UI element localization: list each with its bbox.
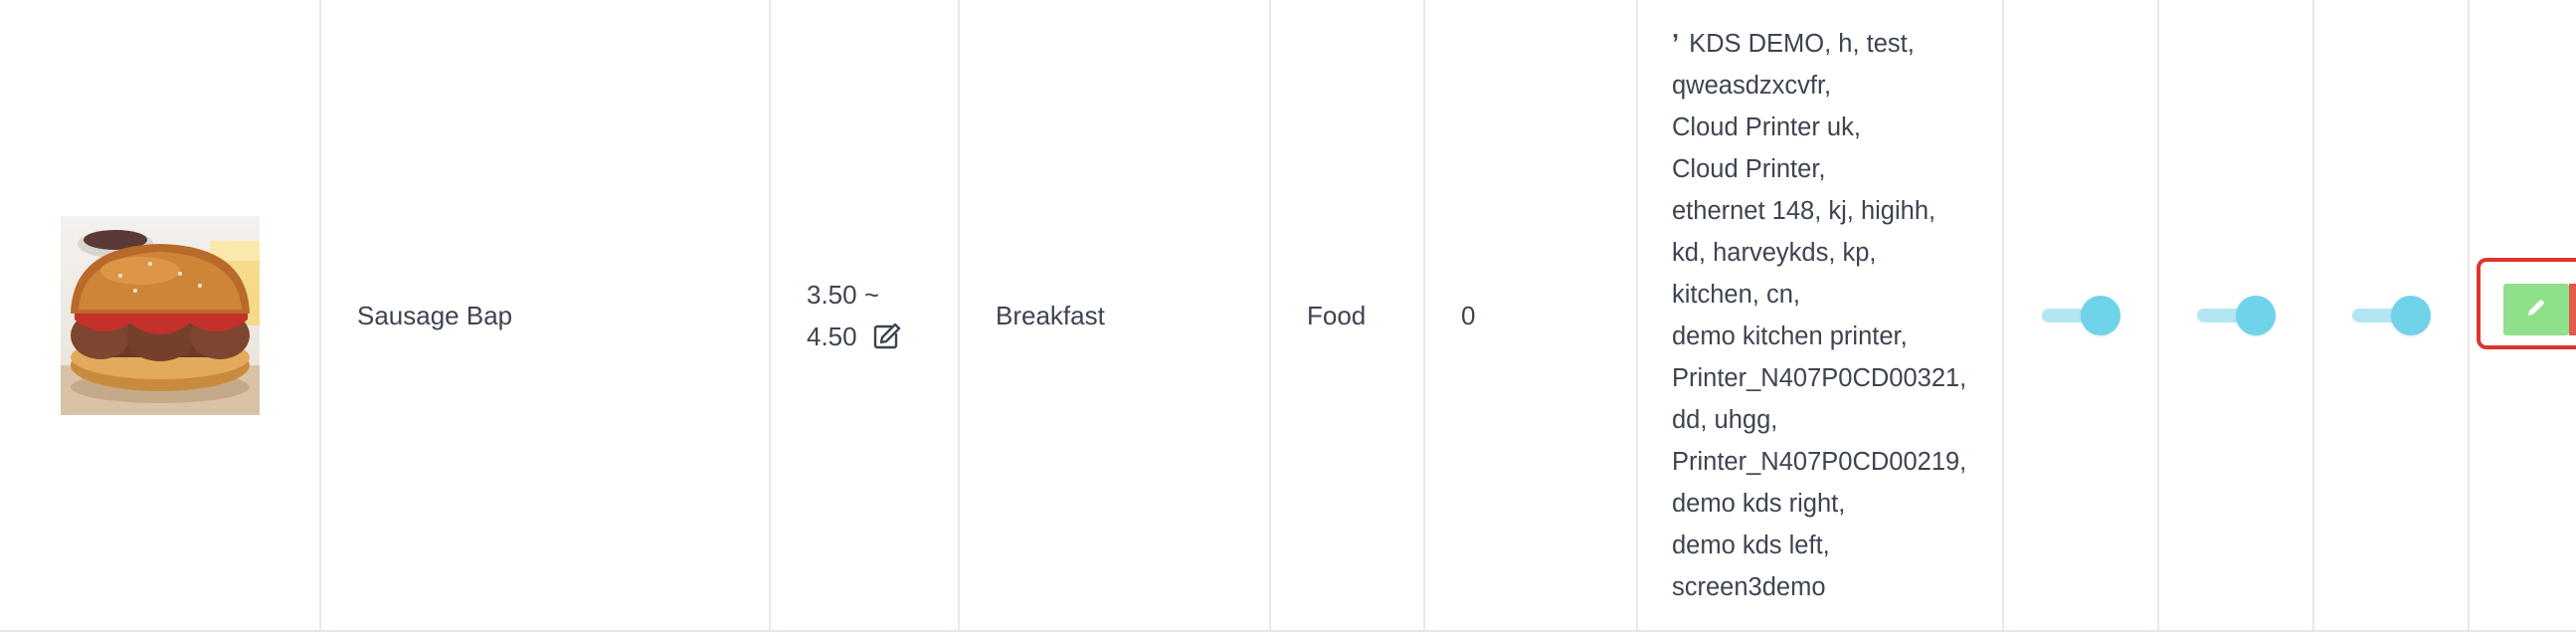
price-range-end: 4.50 — [807, 321, 857, 351]
printer-list-item: kitchen, cn, — [1672, 280, 1800, 309]
printer-list: ʼ KDS DEMO, h, test, qweasdzxcvfr, Cloud… — [1638, 23, 1966, 608]
item-name-cell: Sausage Bap — [321, 0, 771, 630]
printer-list-item: screen3demo — [1672, 572, 1826, 601]
toggle-knob[interactable] — [2236, 295, 2276, 335]
price-range-start: 3.50 ~ — [807, 279, 880, 310]
printer-list-lead-mark: ʼ — [1672, 29, 1680, 58]
toggle-cell-2 — [2159, 0, 2314, 630]
menu-item-row: Sausage Bap 3.50 ~ 4.50 Breakfast Food 0 — [0, 0, 2576, 632]
toggle-knob[interactable] — [2081, 295, 2120, 335]
item-stock: 0 — [1461, 300, 1476, 330]
actions-cell — [2470, 0, 2576, 630]
printer-list-item: ʼ KDS DEMO, h, test, — [1672, 23, 1966, 65]
printer-list-item: demo kitchen printer, — [1672, 322, 1908, 350]
item-type-cell: Food — [1271, 0, 1425, 630]
item-stock-cell: 0 — [1425, 0, 1638, 630]
item-type: Food — [1307, 300, 1367, 330]
printer-list-item: Cloud Printer uk, — [1672, 112, 1861, 141]
edit-item-button[interactable] — [2503, 284, 2569, 335]
delete-button-edge[interactable] — [2569, 284, 2576, 335]
item-image-cell — [0, 0, 321, 630]
printer-list-item: qweasdzxcvfr, — [1672, 71, 1832, 100]
status-toggle-1[interactable] — [2038, 294, 2123, 337]
printer-list-item: Printer_N407P0CD00321, — [1672, 363, 1967, 392]
printer-list-item: ethernet 148, kj, higihh, — [1672, 196, 1936, 225]
toggle-cell-3 — [2314, 0, 2470, 630]
item-name: Sausage Bap — [357, 300, 513, 330]
item-price-cell: 3.50 ~ 4.50 — [771, 0, 960, 630]
printer-list-item: Printer_N407P0CD00219, — [1672, 447, 1967, 476]
printer-list-item: Cloud Printer, — [1672, 154, 1826, 183]
printer-list-item: demo kds right, — [1672, 489, 1846, 518]
status-toggle-3[interactable] — [2348, 294, 2434, 337]
item-category: Breakfast — [996, 300, 1105, 330]
item-image[interactable] — [60, 215, 260, 415]
item-category-cell: Breakfast — [960, 0, 1271, 630]
status-toggle-2[interactable] — [2193, 294, 2279, 337]
sausage-bap-photo — [60, 229, 260, 415]
item-printers-cell: ʼ KDS DEMO, h, test, qweasdzxcvfr, Cloud… — [1638, 0, 2004, 630]
edit-square-icon[interactable] — [871, 322, 901, 351]
printer-list-item: kd, harveykds, kp, — [1672, 238, 1877, 267]
printer-list-item: dd, uhgg, — [1672, 405, 1778, 434]
printer-list-item: demo kds left, — [1672, 531, 1830, 559]
toggle-cell-1 — [2004, 0, 2159, 630]
pencil-icon — [2524, 296, 2548, 324]
toggle-knob[interactable] — [2391, 295, 2431, 335]
